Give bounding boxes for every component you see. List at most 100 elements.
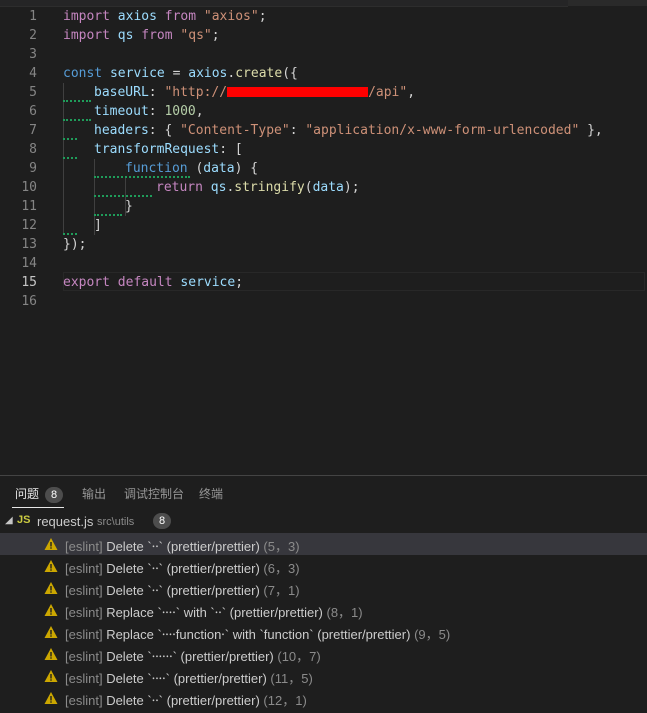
tab-output[interactable]: 输出 (82, 485, 106, 502)
problem-source: [eslint] (65, 583, 103, 598)
code-text: transformRequest: [ (94, 142, 243, 157)
code-text: }); (63, 237, 87, 252)
tab-bar-scroll-area (568, 0, 647, 6)
problem-message: Delete `⸱⸱` (prettier/prettier) (102, 693, 260, 708)
problem-source: [eslint] (65, 649, 103, 664)
code-line: 14 (0, 254, 647, 273)
line-number: 13 (21, 237, 37, 252)
line-number: 7 (29, 123, 37, 138)
problem-item[interactable]: [eslint] Replace `⸱⸱⸱⸱function⸱` with `f… (0, 621, 647, 643)
line-number: 11 (21, 199, 37, 214)
line-number: 1 (29, 9, 37, 24)
code-line-active: 15 export default service; (0, 272, 647, 292)
code-line: 13 }); (0, 235, 647, 254)
code-line: 7 headers: { "Content-Type": "applicatio… (0, 121, 647, 140)
problem-source: [eslint] (65, 605, 103, 620)
chevron-down-icon[interactable]: ◢ (5, 515, 13, 526)
file-path: src\utils (97, 516, 135, 528)
warning-icon (44, 559, 58, 573)
editor-tab-strip[interactable] (0, 0, 568, 7)
problem-source: [eslint] (65, 693, 103, 708)
problem-source: [eslint] (65, 671, 103, 686)
problem-text: [eslint] Replace `⸱⸱⸱⸱` with `⸱⸱` (prett… (65, 602, 363, 621)
warning-icon (44, 647, 58, 661)
editor-tab-bar (0, 0, 647, 7)
problem-message: Delete `⸱⸱` (prettier/prettier) (102, 539, 260, 554)
code-line: 4 const service = axios.create({ (0, 64, 647, 83)
problem-text: [eslint] Delete `⸱⸱` (prettier/prettier)… (65, 536, 300, 555)
line-number: 9 (29, 161, 37, 176)
problems-panel: 问题 8 输出 调试控制台 终端 ◢ JS request.js src\util… (0, 475, 647, 713)
warning-icon (44, 625, 58, 639)
problem-text: [eslint] Delete `⸱⸱` (prettier/prettier)… (65, 558, 300, 577)
code-text: import axios from "axios"; (63, 9, 267, 24)
problem-item[interactable]: [eslint] Delete `⸱⸱` (prettier/prettier)… (0, 555, 647, 577)
problem-item[interactable]: [eslint] Delete `⸱⸱⸱⸱⸱⸱` (prettier/prett… (0, 643, 647, 665)
code-line: 2 import qs from "qs"; (0, 26, 647, 45)
code-line: 5 baseURL: "http:///api", (0, 83, 647, 102)
code-line: 8 transformRequest: [ (0, 140, 647, 159)
line-number: 3 (29, 47, 37, 62)
line-number: 4 (29, 66, 37, 81)
code-line: 6 timeout: 1000, (0, 102, 647, 121)
panel-tabs: 问题 8 输出 调试控制台 终端 (0, 476, 647, 511)
problem-item[interactable]: [eslint] Delete `⸱⸱` (prettier/prettier)… (0, 533, 647, 555)
tab-terminal[interactable]: 终端 (199, 485, 223, 502)
line-number: 12 (21, 218, 37, 233)
problem-text: [eslint] Delete `⸱⸱⸱⸱` (prettier/prettie… (65, 668, 313, 687)
warning-icon (44, 691, 58, 705)
active-tab-indicator (12, 507, 64, 508)
code-text: return qs.stringify(data); (156, 180, 360, 195)
code-line: 3 (0, 45, 647, 64)
problem-item[interactable]: [eslint] Delete `⸱⸱` (prettier/prettier)… (0, 687, 647, 709)
code-text: import qs from "qs"; (63, 28, 220, 43)
line-number: 10 (21, 180, 37, 195)
code-editor[interactable]: 1 import axios from "axios"; 2 import qs… (0, 7, 647, 475)
line-number: 8 (29, 142, 37, 157)
code-text: timeout: 1000, (94, 104, 204, 119)
problem-location: (6，3) (259, 561, 300, 576)
problem-text: [eslint] Delete `⸱⸱` (prettier/prettier)… (65, 580, 300, 599)
tab-debug-console[interactable]: 调试控制台 (124, 485, 184, 502)
problem-location: (10，7) (273, 649, 321, 664)
line-number: 2 (29, 28, 37, 43)
code-line: 12 ] (0, 216, 647, 235)
problem-message: Delete `⸱⸱⸱⸱` (prettier/prettier) (102, 671, 267, 686)
problem-text: [eslint] Delete `⸱⸱` (prettier/prettier)… (65, 690, 307, 709)
code-text: baseURL: "http:///api", (94, 85, 416, 100)
line-number: 14 (21, 256, 37, 271)
code-text: ] (94, 218, 102, 233)
problem-item[interactable]: [eslint] Replace `⸱⸱⸱⸱` with `⸱⸱` (prett… (0, 599, 647, 621)
problem-location: (9，5) (410, 627, 451, 642)
warning-icon (44, 581, 58, 595)
problem-location: (8，1) (322, 605, 363, 620)
js-file-icon: JS (17, 514, 31, 526)
tab-problems[interactable]: 问题 8 (15, 485, 64, 503)
problem-message: Replace `⸱⸱⸱⸱` with `⸱⸱` (prettier/prett… (102, 605, 323, 620)
line-number: 6 (29, 104, 37, 119)
line-number: 16 (21, 294, 37, 309)
warning-icon (44, 669, 58, 683)
problem-message: Delete `⸱⸱⸱⸱⸱⸱` (prettier/prettier) (102, 649, 274, 664)
problem-source: [eslint] (65, 627, 103, 642)
problem-text: [eslint] Replace `⸱⸱⸱⸱function⸱` with `f… (65, 624, 450, 643)
problem-message: Replace `⸱⸱⸱⸱function⸱` with `function` … (102, 627, 411, 642)
code-line: 9 function (data) { (0, 159, 647, 178)
problem-source: [eslint] (65, 539, 103, 554)
code-text: const service = axios.create({ (63, 66, 298, 81)
code-text: headers: { "Content-Type": "application/… (94, 123, 603, 138)
problem-text: [eslint] Delete `⸱⸱⸱⸱⸱⸱` (prettier/prett… (65, 646, 321, 665)
problem-location: (7，1) (259, 583, 300, 598)
problem-file-group[interactable]: ◢ JS request.js src\utils 8 (0, 511, 647, 533)
warning-icon (44, 603, 58, 617)
code-line: 11 } (0, 197, 647, 216)
code-text: } (125, 199, 133, 214)
code-line: 16 (0, 292, 647, 311)
problem-source: [eslint] (65, 561, 103, 576)
code-text: function (data) { (125, 161, 259, 176)
problem-item[interactable]: [eslint] Delete `⸱⸱⸱⸱` (prettier/prettie… (0, 665, 647, 687)
problems-count-badge: 8 (45, 487, 64, 503)
file-name: request.js (37, 514, 94, 529)
problem-item[interactable]: [eslint] Delete `⸱⸱` (prettier/prettier)… (0, 577, 647, 599)
code-line: 1 import axios from "axios"; (0, 7, 647, 26)
